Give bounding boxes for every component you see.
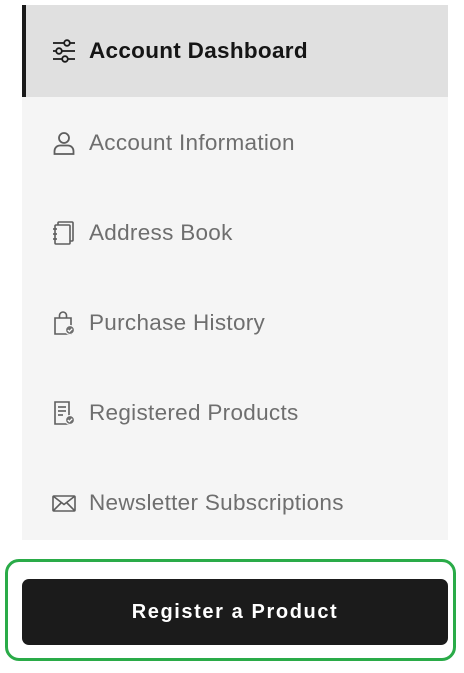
sidebar-item-address-book[interactable]: Address Book — [22, 187, 448, 279]
receipt-check-icon — [51, 400, 77, 426]
sidebar-item-newsletter-subscriptions[interactable]: Newsletter Subscriptions — [22, 457, 448, 549]
sidebar-item-label: Account Dashboard — [89, 38, 308, 63]
sidebar-item-registered-products[interactable]: Registered Products — [22, 367, 448, 459]
sidebar-item-label: Account Information — [89, 130, 295, 155]
envelope-icon — [51, 490, 77, 516]
register-product-button[interactable]: Register a Product — [22, 579, 448, 645]
user-icon — [51, 130, 77, 156]
account-sidebar-nav: Account Dashboard Account Information Ad… — [22, 5, 448, 540]
sliders-icon — [51, 38, 77, 64]
shopping-bag-check-icon — [51, 310, 77, 336]
sidebar-item-label: Newsletter Subscriptions — [89, 490, 344, 515]
sidebar-item-account-dashboard[interactable]: Account Dashboard — [22, 5, 448, 97]
sidebar-item-purchase-history[interactable]: Purchase History — [22, 277, 448, 369]
address-book-icon — [51, 220, 77, 246]
sidebar-item-label: Address Book — [89, 220, 233, 245]
sidebar-item-label: Registered Products — [89, 400, 299, 425]
sidebar-item-account-information[interactable]: Account Information — [22, 97, 448, 189]
sidebar-item-label: Purchase History — [89, 310, 266, 335]
